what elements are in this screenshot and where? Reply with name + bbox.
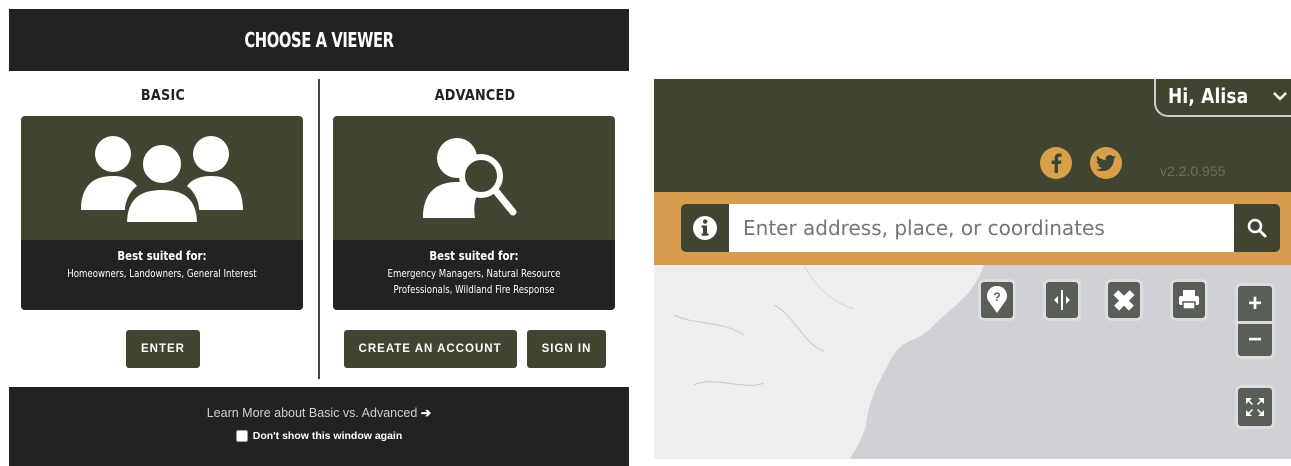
dont-show-again-option[interactable]: Don't show this window again bbox=[9, 430, 629, 442]
map-viewer: Hi, Alisa v2.2.0.955 ? bbox=[654, 79, 1291, 459]
search-bar bbox=[654, 192, 1291, 265]
dialog-header: CHOOSE A VIEWER bbox=[9, 9, 629, 71]
column-divider bbox=[318, 79, 320, 379]
viewer-options: BASIC Best suited for: Homeowners, Lando… bbox=[9, 71, 629, 385]
dont-show-label: Don't show this window again bbox=[252, 430, 403, 442]
create-account-button[interactable]: CREATE AN ACCOUNT bbox=[343, 330, 517, 368]
dialog-title: CHOOSE A VIEWER bbox=[244, 28, 394, 52]
version-label: v2.2.0.955 bbox=[1160, 163, 1226, 179]
advanced-card[interactable]: Best suited for: Emergency Managers, Nat… bbox=[333, 116, 615, 310]
enter-button[interactable]: ENTER bbox=[126, 330, 200, 368]
advanced-suited-for: Emergency Managers, Natural Resource Pro… bbox=[387, 268, 561, 296]
identify-pin-icon[interactable]: ? bbox=[978, 279, 1016, 321]
arrow-right-icon: ➔ bbox=[420, 406, 432, 420]
search-input[interactable] bbox=[729, 204, 1234, 252]
chevron-down-icon bbox=[1272, 92, 1287, 101]
twitter-icon[interactable] bbox=[1090, 147, 1122, 179]
advanced-suited-label: Best suited for: bbox=[429, 249, 519, 263]
group-of-people-icon bbox=[21, 116, 303, 240]
basic-column: BASIC Best suited for: Homeowners, Lando… bbox=[21, 71, 305, 368]
dialog-footer: Learn More about Basic vs. Advanced ➔ Do… bbox=[9, 387, 629, 466]
map-canvas[interactable]: ? + − bbox=[654, 265, 1291, 459]
advanced-actions: CREATE AN ACCOUNT SIGN IN bbox=[333, 330, 617, 368]
basic-card-footer: Best suited for: Homeowners, Landowners,… bbox=[21, 240, 303, 310]
sign-in-button[interactable]: SIGN IN bbox=[526, 330, 607, 368]
learn-more-text: Learn More about Basic vs. Advanced bbox=[206, 406, 418, 420]
measure-ruler-icon[interactable] bbox=[1105, 279, 1143, 321]
choose-viewer-dialog: CHOOSE A VIEWER BASIC Best suited for: H… bbox=[9, 9, 629, 466]
basic-heading: BASIC bbox=[140, 86, 186, 104]
basic-suited-label: Best suited for: bbox=[117, 249, 207, 263]
basic-actions: ENTER bbox=[21, 330, 305, 368]
zoom-in-button[interactable]: + bbox=[1235, 283, 1275, 321]
facebook-icon[interactable] bbox=[1040, 147, 1072, 179]
print-icon[interactable] bbox=[1170, 279, 1208, 321]
dont-show-checkbox[interactable] bbox=[235, 430, 248, 442]
learn-more-link[interactable]: Learn More about Basic vs. Advanced ➔ bbox=[9, 405, 629, 420]
advanced-heading: ADVANCED bbox=[434, 86, 516, 104]
person-search-icon bbox=[333, 116, 615, 240]
user-greeting: Hi, Alisa bbox=[1168, 84, 1249, 108]
fullscreen-icon[interactable] bbox=[1235, 385, 1275, 429]
info-icon[interactable] bbox=[681, 204, 729, 252]
advanced-column: ADVANCED Best suited for: Emergency Mana… bbox=[333, 71, 617, 368]
svg-text:?: ? bbox=[993, 290, 1000, 304]
zoom-out-button[interactable]: − bbox=[1235, 321, 1275, 359]
basic-suited-for: Homeowners, Landowners, General Interest bbox=[67, 268, 257, 280]
basic-card[interactable]: Best suited for: Homeowners, Landowners,… bbox=[21, 116, 303, 310]
swipe-compare-icon[interactable] bbox=[1043, 279, 1081, 321]
search-icon[interactable] bbox=[1234, 204, 1280, 252]
advanced-card-footer: Best suited for: Emergency Managers, Nat… bbox=[333, 240, 615, 310]
top-bar: Hi, Alisa v2.2.0.955 bbox=[654, 79, 1291, 192]
user-menu[interactable]: Hi, Alisa bbox=[1154, 79, 1291, 117]
